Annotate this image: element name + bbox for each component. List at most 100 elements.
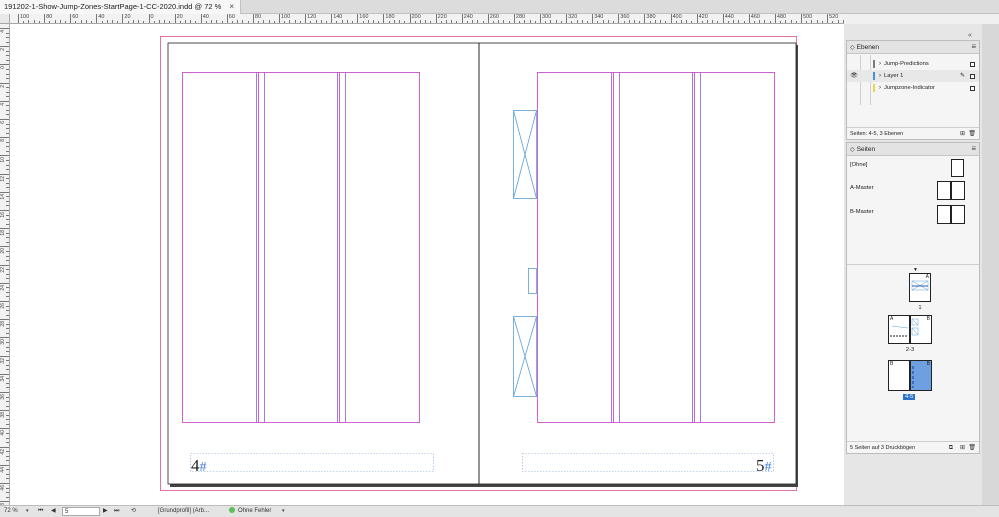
ruler-origin[interactable]	[0, 14, 10, 24]
panel-menu-icon[interactable]: ≡	[971, 143, 976, 155]
ruler-minor-tick	[477, 20, 479, 23]
layer-row[interactable]: 👁 › Layer 1 ✎	[847, 70, 979, 82]
preflight-status[interactable]: Ohne Fehler	[229, 506, 271, 517]
ruler-minor-tick	[6, 219, 9, 221]
ruler-minor-tick	[237, 20, 239, 23]
layer-name: Layer 1	[884, 73, 904, 79]
ruler-minor-tick	[6, 78, 9, 80]
master-none-thumbnail[interactable]	[951, 159, 964, 177]
ruler-minor-tick	[211, 20, 213, 23]
visibility-toggle-icon[interactable]: 👁	[849, 70, 859, 82]
ruler-minor-tick	[268, 20, 270, 23]
master-b-left-thumbnail[interactable]	[937, 205, 951, 224]
ruler-minor-tick	[6, 255, 9, 257]
ruler-minor-tick	[169, 21, 171, 23]
spread-2-3-page-2-thumbnail[interactable]: A	[888, 315, 910, 344]
status-bar: 72 % ▾ ⏮ ◀ 5 ▶ ⏭ ⟲ [Grundprofil] (Arb...…	[0, 505, 999, 517]
vertical-ruler[interactable]: 4 2 0 2 4 6 8 10 12 14 16 18 20 22 24 26 28 30 32 34 36 38 40 4…	[0, 24, 10, 505]
ruler-major-tick	[592, 14, 594, 23]
ruler-minor-tick	[399, 20, 401, 23]
layer-selection-square[interactable]	[970, 74, 975, 79]
pages-panel-header[interactable]: ◇ Seiten ≡	[847, 143, 979, 156]
new-layer-icon[interactable]: ⊞	[960, 131, 965, 137]
master-b[interactable]: B-Master	[850, 209, 874, 215]
last-page-icon[interactable]: ⏭	[114, 506, 119, 517]
ruler-minor-tick	[258, 21, 260, 23]
ruler-minor-tick	[6, 396, 9, 398]
preflight-profile[interactable]: [Grundprofil] (Arb...	[158, 506, 209, 517]
page-number-field[interactable]: 5	[62, 507, 100, 516]
expand-layer-icon[interactable]: ›	[879, 70, 881, 82]
zoom-level[interactable]: 72 %	[4, 506, 18, 517]
pasteboard[interactable]: 4# 5#	[10, 24, 844, 505]
open-page-icon[interactable]: ⟲	[131, 506, 136, 517]
spread-2-3-page-3-thumbnail[interactable]: B	[910, 315, 932, 344]
preflight-status-text: Ohne Fehler	[238, 508, 272, 514]
ruler-minor-tick	[6, 91, 9, 93]
panel-expand-icon[interactable]: ◇	[850, 45, 855, 51]
panel-expand-icon[interactable]: ◇	[850, 147, 855, 153]
delete-page-icon[interactable]: 🗑	[968, 445, 976, 451]
master-none[interactable]: [Ohne]	[850, 162, 867, 168]
previous-page-icon[interactable]: ◀	[51, 506, 56, 517]
ruler-major-tick	[357, 14, 359, 23]
ruler-minor-tick	[6, 37, 9, 39]
ruler-minor-tick	[6, 291, 9, 293]
close-tab-icon[interactable]: ×	[229, 2, 234, 11]
collapse-panel-icon[interactable]: «	[968, 32, 972, 39]
left-page[interactable]	[167, 42, 480, 485]
ruler-minor-tick	[6, 59, 9, 61]
ruler-minor-tick	[111, 20, 113, 23]
ruler-major-tick	[801, 14, 802, 23]
master-a-right-thumbnail[interactable]	[951, 181, 965, 200]
spread-2-3-label[interactable]: 2-3	[901, 347, 919, 353]
ruler-minor-tick	[519, 21, 521, 23]
preflight-dropdown-icon[interactable]: ▾	[282, 506, 285, 517]
ruler-minor-tick	[717, 21, 719, 23]
first-page-icon[interactable]: ⏮	[38, 506, 43, 517]
pages-status-text: 5 Seiten auf 3 Druckbögen	[850, 445, 916, 451]
document-tab[interactable]: 191202-1-Show-Jump-Zones-StartPage-1-CC-…	[0, 0, 242, 14]
ruler-minor-tick	[560, 21, 562, 23]
spread-1-page-1-thumbnail[interactable]: A	[909, 273, 931, 302]
spread-1-label[interactable]: 1	[914, 305, 926, 311]
right-page[interactable]	[478, 42, 797, 485]
ruler-minor-tick	[493, 21, 495, 23]
layers-panel-header[interactable]: ◇ Ebenen ≡	[847, 41, 979, 54]
ruler-minor-tick	[6, 346, 9, 348]
layer-row[interactable]: › Jumpzone-Indicator	[847, 82, 979, 94]
ruler-major-tick	[200, 14, 202, 23]
spread-canvas[interactable]: 4# 5#	[10, 24, 844, 505]
spread-4-5-page-5-thumbnail[interactable]: B	[910, 360, 932, 391]
ruler-minor-tick	[393, 20, 395, 23]
new-page-icon[interactable]: ⊞	[960, 445, 965, 451]
layer-selection-square[interactable]	[970, 62, 975, 67]
layers-panel-title: Ebenen	[856, 44, 880, 51]
delete-layer-icon[interactable]: 🗑	[968, 131, 976, 137]
expand-layer-icon[interactable]: ›	[879, 58, 881, 70]
master-a-left-thumbnail[interactable]	[937, 181, 951, 200]
master-a[interactable]: A-Master	[850, 185, 874, 191]
master-label: B-Master	[850, 209, 874, 215]
expand-layer-icon[interactable]: ›	[879, 82, 881, 94]
zoom-dropdown-icon[interactable]: ▾	[26, 506, 29, 517]
ruler-major-tick	[827, 14, 829, 23]
edit-page-size-icon[interactable]: ⧉	[949, 445, 953, 451]
ruler-minor-tick	[821, 21, 823, 23]
layer-row[interactable]: › Jump-Predictions	[847, 58, 979, 70]
pages-section-divider[interactable]	[847, 264, 979, 265]
ruler-minor-tick	[633, 20, 635, 23]
layers-panel-footer: Seiten: 4-5, 3 Ebenen ⊞ 🗑	[847, 127, 979, 140]
ruler-minor-tick	[498, 20, 500, 23]
ruler-minor-tick	[806, 21, 808, 23]
layer-selection-square[interactable]	[970, 86, 975, 91]
ruler-minor-tick	[6, 323, 9, 325]
master-b-right-thumbnail[interactable]	[951, 205, 965, 224]
spread-4-5-label[interactable]: 4-5	[903, 394, 916, 400]
ruler-minor-tick	[6, 169, 9, 171]
ruler-minor-tick	[686, 20, 688, 23]
horizontal-ruler[interactable]: 100 80 60 40 20 0 20 40 60 80 100 120 140 160 180 200 22…	[10, 14, 844, 24]
panel-menu-icon[interactable]: ≡	[971, 41, 976, 53]
spread-4-5-page-4-thumbnail[interactable]: B	[888, 360, 910, 391]
next-page-icon[interactable]: ▶	[103, 506, 108, 517]
